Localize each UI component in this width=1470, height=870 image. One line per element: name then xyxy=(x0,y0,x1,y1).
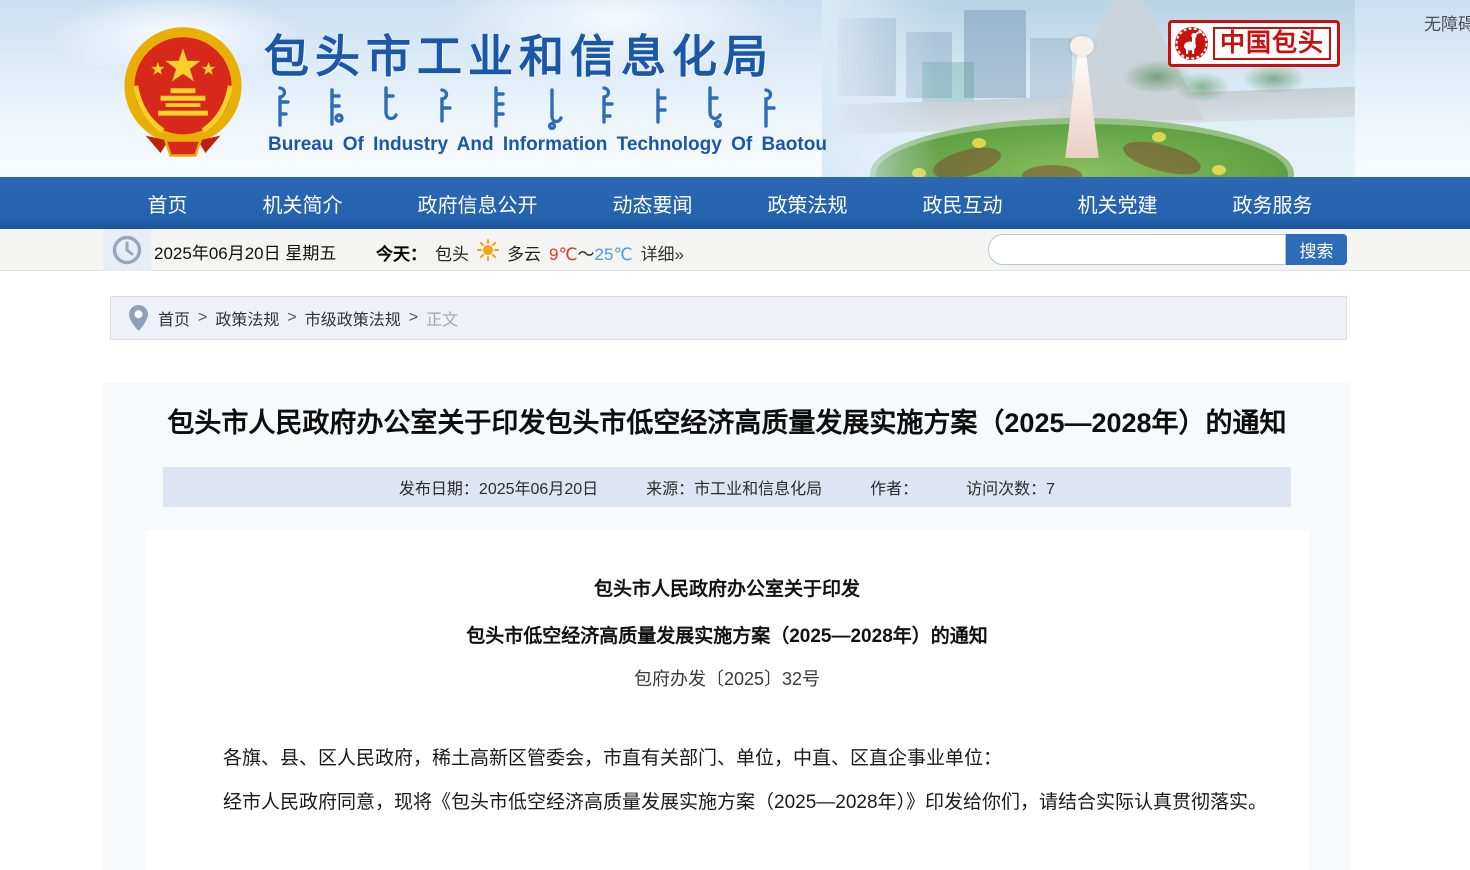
nav-item-gov-info[interactable]: 政府信息公开 xyxy=(418,189,538,218)
weather-city: 包头 xyxy=(435,240,469,265)
temp-low: 9℃ xyxy=(549,245,578,264)
breadcrumb-separator: > xyxy=(198,309,207,327)
article-author: 作者： xyxy=(870,475,918,499)
article-card: 包头市人民政府办公室关于印发包头市低空经济高质量发展实施方案（2025—2028… xyxy=(103,383,1351,870)
search-box: 搜索 xyxy=(988,234,1347,265)
weather-detail-link[interactable]: 详细» xyxy=(641,240,684,265)
search-button[interactable]: 搜索 xyxy=(1286,234,1347,265)
clock-icon xyxy=(103,229,151,271)
paragraph-notice: 经市人民政府同意，现将《包头市低空经济高质量发展实施方案（2025—2028年）… xyxy=(185,781,1269,825)
breadcrumb-separator: > xyxy=(287,309,296,327)
page: 包头市工业和信息化局 Bureau Of Industry And Inform… xyxy=(0,0,1470,870)
location-pin-icon xyxy=(129,305,148,331)
paragraph-recipients: 各旗、县、区人民政府，稀土高新区管委会，市直有关部门、单位，中直、区直企事业单位… xyxy=(185,737,1269,781)
weather-condition: 多云 xyxy=(507,240,541,265)
nav-item-news[interactable]: 动态要闻 xyxy=(613,189,693,218)
temp-tilde: ～ xyxy=(578,245,595,264)
temp-high: 25℃ xyxy=(595,245,633,264)
breadcrumb-home[interactable]: 首页 xyxy=(158,306,190,330)
mongolian-script xyxy=(268,84,788,130)
article-source: 来源：市工业和信息化局 xyxy=(646,475,822,499)
breadcrumb-city-policies[interactable]: 市级政策法规 xyxy=(305,306,401,330)
search-input[interactable] xyxy=(988,234,1286,265)
china-baotou-badge-label: 中国包头 xyxy=(1213,27,1331,61)
nav-item-home[interactable]: 首页 xyxy=(148,189,188,218)
doc-title-line2: 包头市低空经济高质量发展实施方案（2025—2028年）的通知 xyxy=(185,621,1269,648)
site-title-en[interactable]: Bureau Of Industry And Information Techn… xyxy=(268,134,827,156)
site-title-cn[interactable]: 包头市工业和信息化局 xyxy=(264,20,774,85)
breadcrumb-policies[interactable]: 政策法规 xyxy=(215,306,279,330)
main-nav: 首页 机关简介 政府信息公开 动态要闻 政策法规 政民互动 机关党建 政务服务 xyxy=(0,177,1470,229)
today-label: 今天： xyxy=(376,240,427,265)
nav-item-policies[interactable]: 政策法规 xyxy=(768,189,848,218)
site-header: 包头市工业和信息化局 Bureau Of Industry And Inform… xyxy=(0,0,1470,177)
nav-item-services[interactable]: 政务服务 xyxy=(1233,189,1313,218)
national-emblem-logo[interactable] xyxy=(120,26,246,158)
article-title: 包头市人民政府办公室关于印发包头市低空经济高质量发展实施方案（2025—2028… xyxy=(152,405,1302,441)
article-body: 包头市人民政府办公室关于印发 包头市低空经济高质量发展实施方案（2025—202… xyxy=(145,530,1309,870)
visit-count: 访问次数：7 xyxy=(966,475,1055,499)
publish-date: 发布日期：2025年06月20日 xyxy=(399,475,598,499)
current-date: 2025年06月20日 星期五 xyxy=(154,239,336,264)
weather-info: 今天： 包头 多云 9℃～25℃ 详细» xyxy=(376,239,684,266)
date-weather-bar: 2025年06月20日 星期五 今天： 包头 多云 9℃～25℃ 详细» xyxy=(0,229,1470,271)
nav-item-interaction[interactable]: 政民互动 xyxy=(923,189,1003,218)
breadcrumb: 首页 > 政策法规 > 市级政策法规 > 正文 xyxy=(110,296,1347,340)
sun-icon xyxy=(477,239,499,266)
baotou-deer-icon xyxy=(1175,27,1208,60)
article-meta-bar: 发布日期：2025年06月20日 来源：市工业和信息化局 作者： 访问次数：7 xyxy=(163,467,1291,507)
nav-item-about[interactable]: 机关简介 xyxy=(263,189,343,218)
nav-item-party[interactable]: 机关党建 xyxy=(1078,189,1158,218)
breadcrumb-current: 正文 xyxy=(426,306,458,330)
doc-title-line1: 包头市人民政府办公室关于印发 xyxy=(185,574,1269,601)
china-baotou-badge[interactable]: 中国包头 xyxy=(1168,20,1340,67)
doc-number: 包府办发〔2025〕32号 xyxy=(185,665,1269,691)
breadcrumb-separator: > xyxy=(409,309,418,327)
accessibility-link[interactable]: 无障碍阅读 xyxy=(1424,10,1470,35)
